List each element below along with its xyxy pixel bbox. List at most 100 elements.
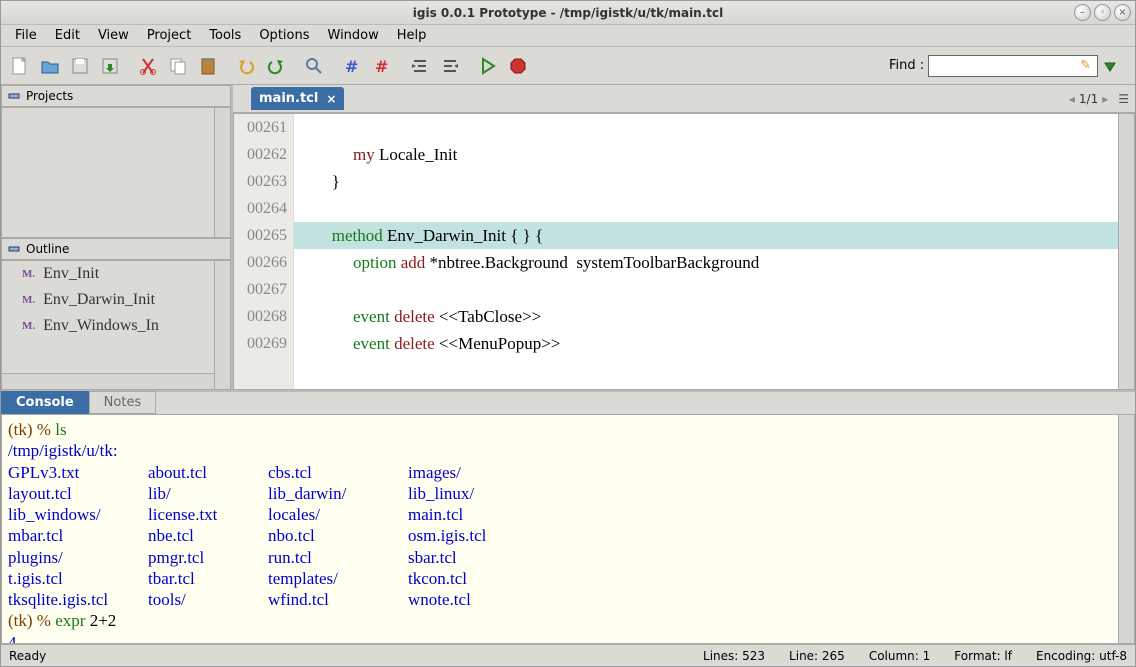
toolbar: ## Find : ✎ [1,47,1135,85]
console-panel[interactable]: (tk) % ls/tmp/igistk/u/tk:GPLv3.txtabout… [1,414,1135,644]
status-line: Line: 265 [789,649,845,663]
svg-text:#: # [345,57,358,76]
ls-entry: mbar.tcl [8,525,148,546]
indent-icon [410,56,430,76]
menu-options[interactable]: Options [251,26,317,45]
undo-button[interactable] [231,51,261,81]
console-line: /tmp/igistk/u/tk: [8,440,1128,461]
line-number: 00269 [234,330,293,357]
indent-button[interactable] [405,51,435,81]
menu-tools[interactable]: Tools [201,26,249,45]
redo-button[interactable] [261,51,291,81]
main-split: Projects Outline M.Env_InitM.Env_Darwin_… [1,85,1135,390]
title-bar: igis 0.0.1 Prototype - /tmp/igistk/u/tk/… [1,1,1135,25]
copy-button[interactable] [163,51,193,81]
maximize-button[interactable]: ◦ [1094,4,1111,21]
uncomment-button[interactable]: # [367,51,397,81]
menu-bar: FileEditViewProjectToolsOptionsWindowHel… [1,25,1135,47]
status-encoding[interactable]: Encoding: utf-8 [1036,649,1127,663]
line-number: 00265 [234,222,293,249]
code-line[interactable] [294,195,1134,222]
code-line[interactable]: method Env_Darwin_Init { } { [294,222,1134,249]
outline-panel[interactable]: M.Env_InitM.Env_Darwin_InitM.Env_Windows… [1,260,231,391]
ls-entry: about.tcl [148,462,268,483]
editor-area: main.tcl × ◂ 1/1 ▸ ☰ 0026100262002630026… [233,85,1135,390]
code-line[interactable]: my Locale_Init [294,141,1134,168]
editor-scrollbar-v[interactable] [1118,114,1134,389]
outline-panel-header[interactable]: Outline [1,238,231,260]
stop-button[interactable] [503,51,533,81]
outline-item-label: Env_Windows_In [43,317,159,335]
find-next-button[interactable] [1095,51,1125,81]
code-line[interactable]: event delete <<TabClose>> [294,303,1134,330]
editor-tab[interactable]: main.tcl × [251,87,344,110]
ls-entry: sbar.tcl [408,547,538,568]
outline-item-label: Env_Init [43,265,99,283]
outline-item[interactable]: M.Env_Darwin_Init [2,287,230,313]
menu-file[interactable]: File [7,26,45,45]
find-clear-icon[interactable]: ✎ [1080,58,1091,73]
save-button[interactable] [65,51,95,81]
menu-view[interactable]: View [90,26,137,45]
code-line[interactable]: option add *nbtree.Background systemTool… [294,249,1134,276]
close-tab-icon[interactable]: × [326,92,336,106]
find-input[interactable] [928,55,1098,77]
ls-entry: templates/ [268,568,408,589]
minimize-button[interactable]: – [1074,4,1091,21]
outline-scrollbar-v[interactable] [214,261,230,390]
save-all-button[interactable] [95,51,125,81]
ls-entry: images/ [408,462,538,483]
page-nav: ◂ 1/1 ▸ ☰ [1069,92,1135,106]
new-file-button[interactable] [5,51,35,81]
menu-edit[interactable]: Edit [47,26,88,45]
open-file-icon [40,56,60,76]
console-line: tksqlite.igis.tcltools/wfind.tclwnote.tc… [8,589,1128,610]
copy-icon [168,56,188,76]
paste-button[interactable] [193,51,223,81]
ls-entry: tksqlite.igis.tcl [8,589,148,610]
run-button[interactable] [473,51,503,81]
prev-page-icon[interactable]: ◂ [1069,92,1075,106]
projects-scrollbar[interactable] [214,108,230,237]
menu-help[interactable]: Help [389,26,435,45]
close-window-button[interactable]: × [1114,4,1131,21]
projects-panel-header[interactable]: Projects [1,85,231,107]
ls-entry: run.tcl [268,547,408,568]
bottom-tab-strip: ConsoleNotes [1,390,1135,414]
code-line[interactable]: event delete <<MenuPopup>> [294,330,1134,357]
cut-icon [138,56,158,76]
bottom-tab-notes[interactable]: Notes [89,391,157,414]
projects-panel[interactable] [1,107,231,238]
outline-scrollbar-h[interactable] [2,373,214,389]
app-window: igis 0.0.1 Prototype - /tmp/igistk/u/tk/… [0,0,1136,667]
cut-button[interactable] [133,51,163,81]
line-number: 00264 [234,195,293,222]
console-line: plugins/pmgr.tclrun.tclsbar.tcl [8,547,1128,568]
menu-project[interactable]: Project [139,26,199,45]
outline-label: Outline [26,242,69,256]
line-number: 00262 [234,141,293,168]
ls-entry: layout.tcl [8,483,148,504]
ls-entry: lib_windows/ [8,504,148,525]
ls-entry: nbo.tcl [268,525,408,546]
next-page-icon[interactable]: ▸ [1102,92,1108,106]
console-scrollbar[interactable] [1118,415,1134,643]
code-line[interactable]: } [294,168,1134,195]
ls-entry: lib/ [148,483,268,504]
code-text[interactable]: my Locale_Init } method Env_Darwin_Init … [294,114,1134,389]
code-line[interactable] [294,276,1134,303]
tab-menu-icon[interactable]: ☰ [1118,92,1129,106]
open-file-button[interactable] [35,51,65,81]
outline-item[interactable]: M.Env_Windows_In [2,313,230,339]
menu-window[interactable]: Window [320,26,387,45]
comment-button[interactable]: # [337,51,367,81]
editor-body[interactable]: 0026100262002630026400265002660026700268… [233,113,1135,390]
status-format[interactable]: Format: lf [954,649,1012,663]
bottom-tab-console[interactable]: Console [1,391,89,414]
search-button[interactable] [299,51,329,81]
ls-entry: t.igis.tcl [8,568,148,589]
line-number: 00263 [234,168,293,195]
outdent-button[interactable] [435,51,465,81]
code-line[interactable] [294,114,1134,141]
outline-item[interactable]: M.Env_Init [2,261,230,287]
